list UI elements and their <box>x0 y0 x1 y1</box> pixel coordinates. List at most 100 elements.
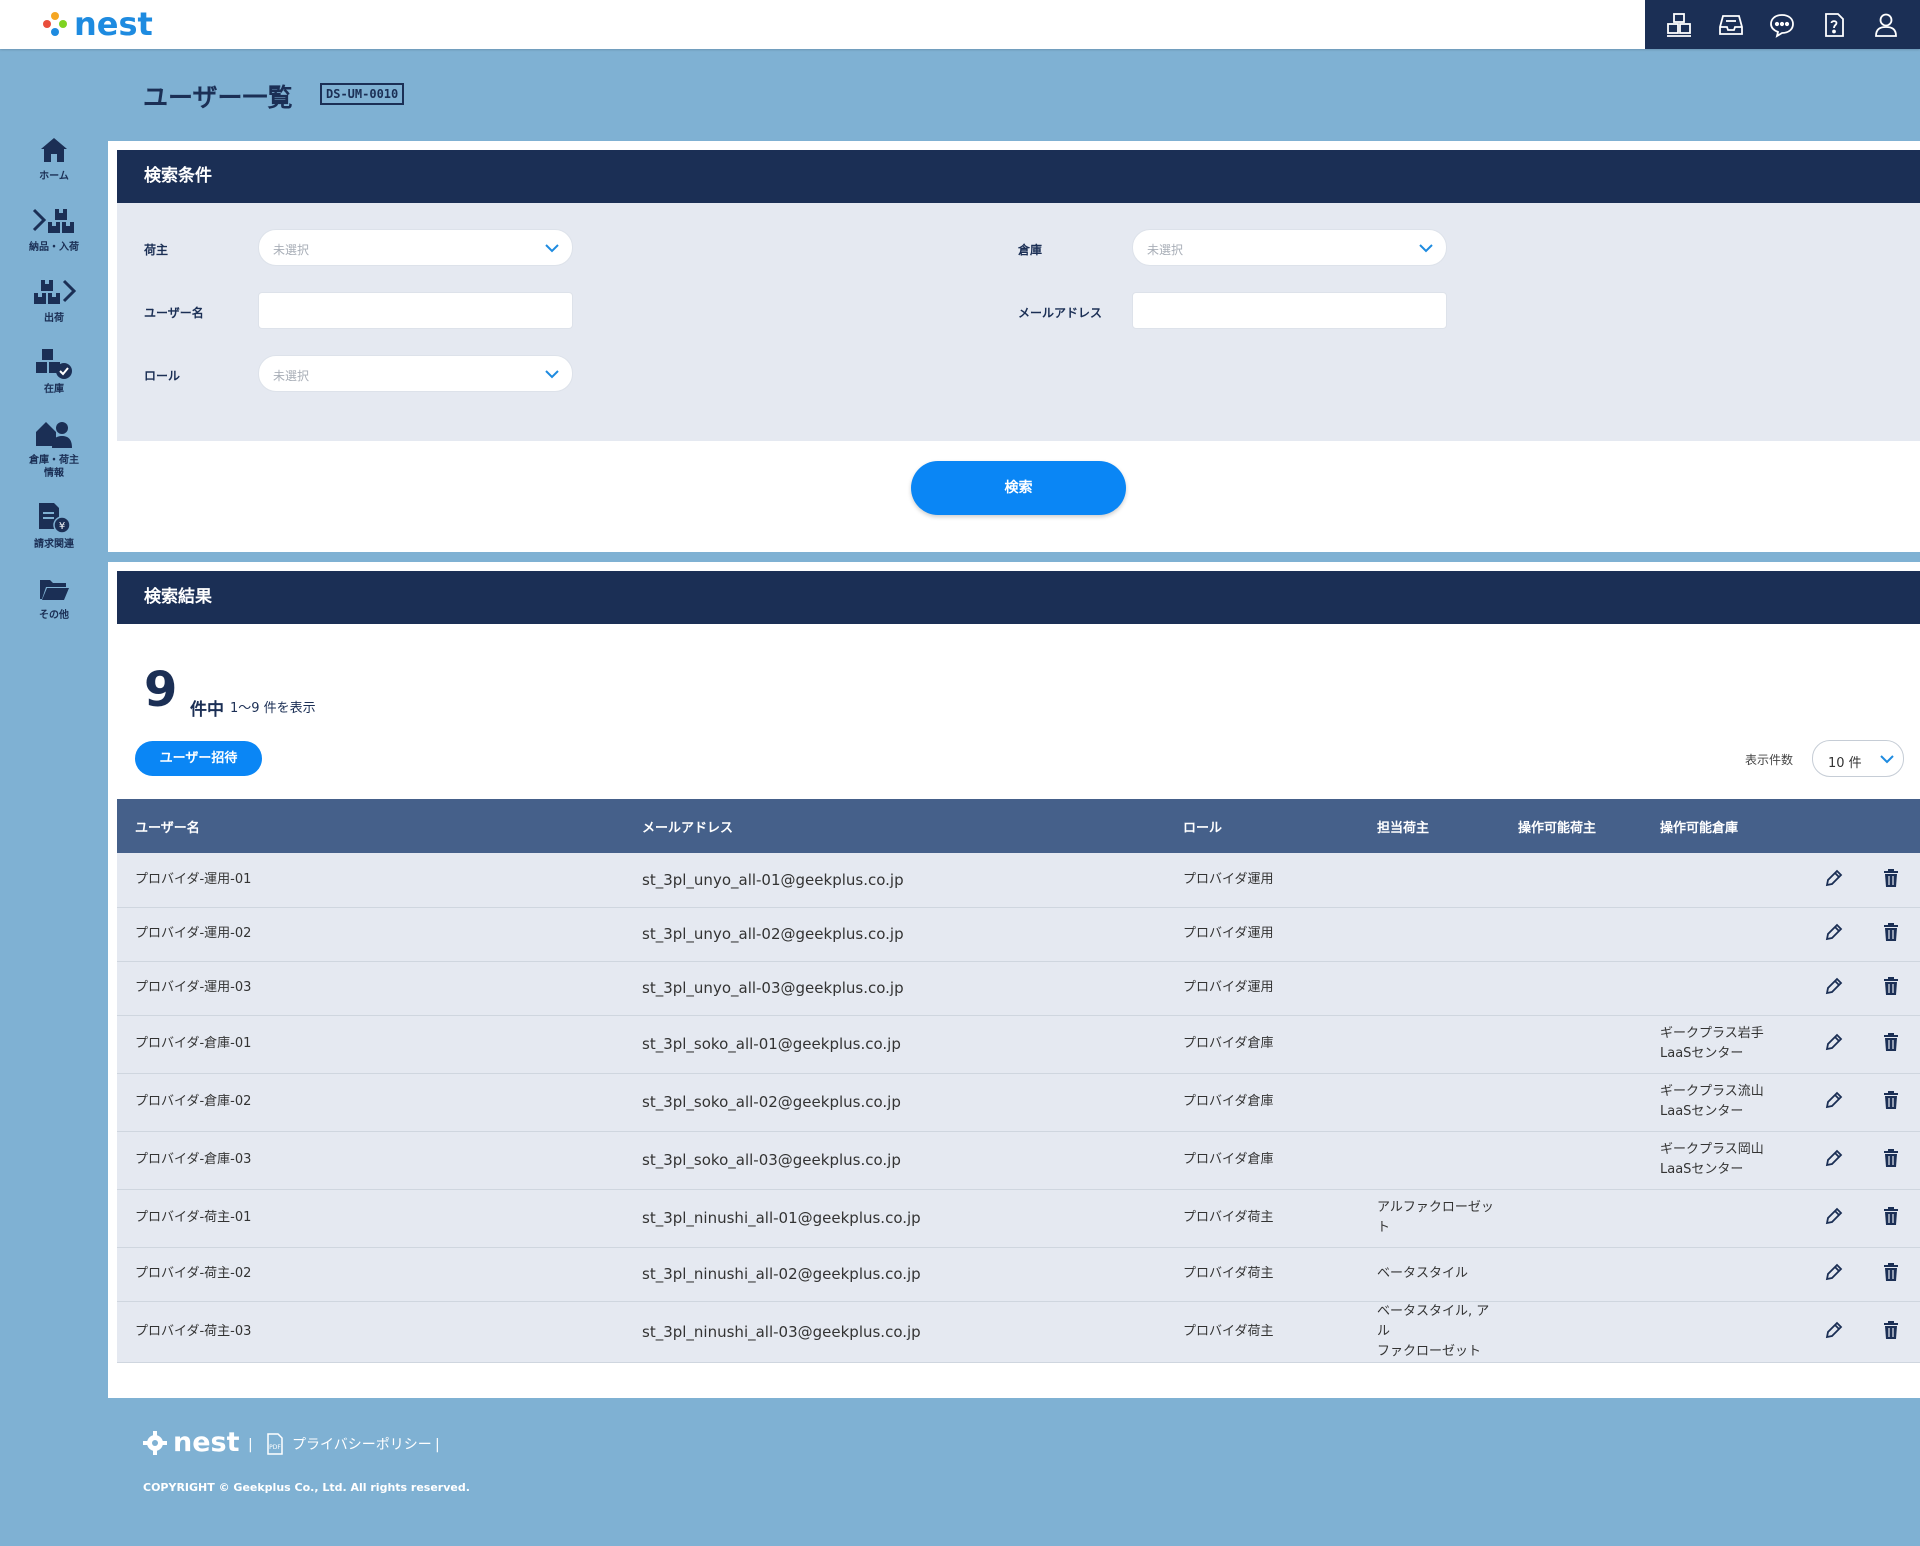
warehouse-select[interactable]: 未選択 <box>1132 229 1447 266</box>
privacy-policy-link[interactable]: PDF プライバシーポリシー <box>266 1433 432 1455</box>
invite-user-button[interactable]: ユーザー招待 <box>135 741 262 776</box>
cell-delete <box>1862 1131 1920 1190</box>
inbox-icon[interactable] <box>1715 9 1747 41</box>
sidebar-item-billing[interactable]: ¥ 請求関連 <box>0 498 108 551</box>
sidebar-item-home[interactable]: ホーム <box>0 130 108 183</box>
sidebar-item-inventory[interactable]: 在庫 <box>0 343 108 396</box>
cell-username: プロバイダ-荷主-03 <box>117 1301 624 1363</box>
cell-delete <box>1862 1301 1920 1363</box>
delete-trash-icon[interactable] <box>1879 1148 1903 1172</box>
shipper-select[interactable]: 未選択 <box>258 229 573 266</box>
nest-logo-icon <box>43 12 67 36</box>
username-input[interactable] <box>258 292 573 329</box>
cell-operable-warehouse <box>1642 907 1806 962</box>
delete-trash-icon[interactable] <box>1879 1262 1903 1286</box>
table-row: プロバイダ-倉庫-03 st_3pl_soko_all-03@geekplus.c… <box>117 1131 1920 1190</box>
sidebar-item-label: 出荷 <box>44 313 64 324</box>
edit-pencil-icon[interactable] <box>1822 1206 1846 1230</box>
edit-pencil-icon[interactable] <box>1822 1320 1846 1344</box>
cell-operable-warehouse: ギークプラス岡山 LaaSセンター <box>1642 1131 1806 1190</box>
folder-icon <box>38 569 70 609</box>
footer-divider: | <box>435 1437 440 1453</box>
edit-pencil-icon[interactable] <box>1822 1090 1846 1114</box>
username-label: ユーザー名 <box>144 306 204 320</box>
role-label: ロール <box>144 369 181 383</box>
chat-icon[interactable] <box>1766 9 1798 41</box>
cell-assigned-shipper <box>1359 961 1500 1016</box>
cell-username: プロバイダ-倉庫-01 <box>117 1015 624 1074</box>
chevron-down-icon <box>1419 244 1433 253</box>
footer-logo: nest <box>143 1429 240 1457</box>
cell-username: プロバイダ-運用-03 <box>117 961 624 1016</box>
per-page-select[interactable]: 10 件 <box>1812 740 1904 777</box>
edit-pencil-icon[interactable] <box>1822 1032 1846 1056</box>
delete-trash-icon[interactable] <box>1879 1090 1903 1114</box>
search-form: 荷主 未選択 倉庫 未選択 ユーザー名 メールアドレス ロール 未選択 <box>117 203 1920 441</box>
help-icon[interactable] <box>1818 9 1850 41</box>
sidebar-item-outbound[interactable]: 出荷 <box>0 272 108 325</box>
per-page-label: 表示件数 <box>1745 753 1794 767</box>
cell-edit <box>1806 1247 1862 1302</box>
search-panel-heading: 検索条件 <box>117 150 1920 203</box>
edit-pencil-icon[interactable] <box>1822 976 1846 1000</box>
edit-pencil-icon[interactable] <box>1822 868 1846 892</box>
cell-assigned-shipper: ベータスタイル <box>1359 1247 1500 1302</box>
cell-assigned-shipper <box>1359 1131 1500 1190</box>
sidebar-item-warehouse-owner[interactable]: 倉庫・荷主 情報 <box>0 414 108 480</box>
email-input[interactable] <box>1132 292 1447 329</box>
user-icon[interactable] <box>1870 9 1902 41</box>
delete-trash-icon[interactable] <box>1879 976 1903 1000</box>
cell-role: プロバイダ倉庫 <box>1165 1131 1359 1190</box>
sidebar-item-inbound[interactable]: 納品・入荷 <box>0 201 108 254</box>
cell-assigned-shipper <box>1359 853 1500 908</box>
cell-operable-shipper <box>1500 1247 1642 1302</box>
warehouse-label: 倉庫 <box>1018 243 1043 257</box>
cell-delete <box>1862 1015 1920 1074</box>
cell-operable-warehouse <box>1642 1189 1806 1248</box>
cell-operable-warehouse: ギークプラス岩手 LaaSセンター <box>1642 1015 1806 1074</box>
cell-operable-warehouse <box>1642 1247 1806 1302</box>
sidebar-item-other[interactable]: その他 <box>0 569 108 622</box>
role-select[interactable]: 未選択 <box>258 355 573 392</box>
cell-operable-shipper <box>1500 961 1642 1016</box>
shipper-label: 荷主 <box>144 243 169 257</box>
role-placeholder: 未選択 <box>273 369 310 383</box>
cell-operable-shipper <box>1500 1073 1642 1132</box>
cell-delete <box>1862 853 1920 908</box>
delete-trash-icon[interactable] <box>1879 1206 1903 1230</box>
edit-pencil-icon[interactable] <box>1822 1148 1846 1172</box>
cell-edit <box>1806 853 1862 908</box>
delete-trash-icon[interactable] <box>1879 1320 1903 1344</box>
column-header-operable-shipper: 操作可能荷主 <box>1500 799 1642 853</box>
table-row: プロバイダ-倉庫-01 st_3pl_soko_all-01@geekplus.c… <box>117 1015 1920 1074</box>
search-button[interactable]: 検索 <box>911 461 1126 515</box>
table-row: プロバイダ-荷主-01 st_3pl_ninushi_all-01@geekplu… <box>117 1189 1920 1248</box>
warehouse-icon[interactable] <box>1663 9 1695 41</box>
delete-trash-icon[interactable] <box>1879 922 1903 946</box>
results-panel-heading: 検索結果 <box>117 571 1920 624</box>
cell-assigned-shipper <box>1359 1015 1500 1074</box>
cell-edit <box>1806 1073 1862 1132</box>
sidebar-item-label: ホーム <box>39 171 69 182</box>
cell-email: st_3pl_unyo_all-03@geekplus.co.jp <box>624 961 1165 1016</box>
delete-trash-icon[interactable] <box>1879 868 1903 892</box>
result-count-suffix: 件中 <box>190 700 224 720</box>
cell-role: プロバイダ倉庫 <box>1165 1073 1359 1132</box>
cell-delete <box>1862 907 1920 962</box>
cell-edit <box>1806 961 1862 1016</box>
copyright-text: COPYRIGHT © Geekplus Co., Ltd. All right… <box>143 1481 470 1494</box>
billing-icon: ¥ <box>36 498 72 538</box>
edit-pencil-icon[interactable] <box>1822 1262 1846 1286</box>
app-logo[interactable]: nest <box>42 8 153 40</box>
cell-role: プロバイダ倉庫 <box>1165 1015 1359 1074</box>
column-header-email: メールアドレス <box>624 799 1165 853</box>
cell-delete <box>1862 1189 1920 1248</box>
cell-operable-warehouse <box>1642 853 1806 908</box>
per-page-value: 10 件 <box>1828 756 1862 771</box>
page-title: ユーザー一覧 <box>143 83 293 112</box>
cell-operable-shipper <box>1500 907 1642 962</box>
cell-role: プロバイダ運用 <box>1165 907 1359 962</box>
delete-trash-icon[interactable] <box>1879 1032 1903 1056</box>
cell-role: プロバイダ荷主 <box>1165 1301 1359 1363</box>
edit-pencil-icon[interactable] <box>1822 922 1846 946</box>
